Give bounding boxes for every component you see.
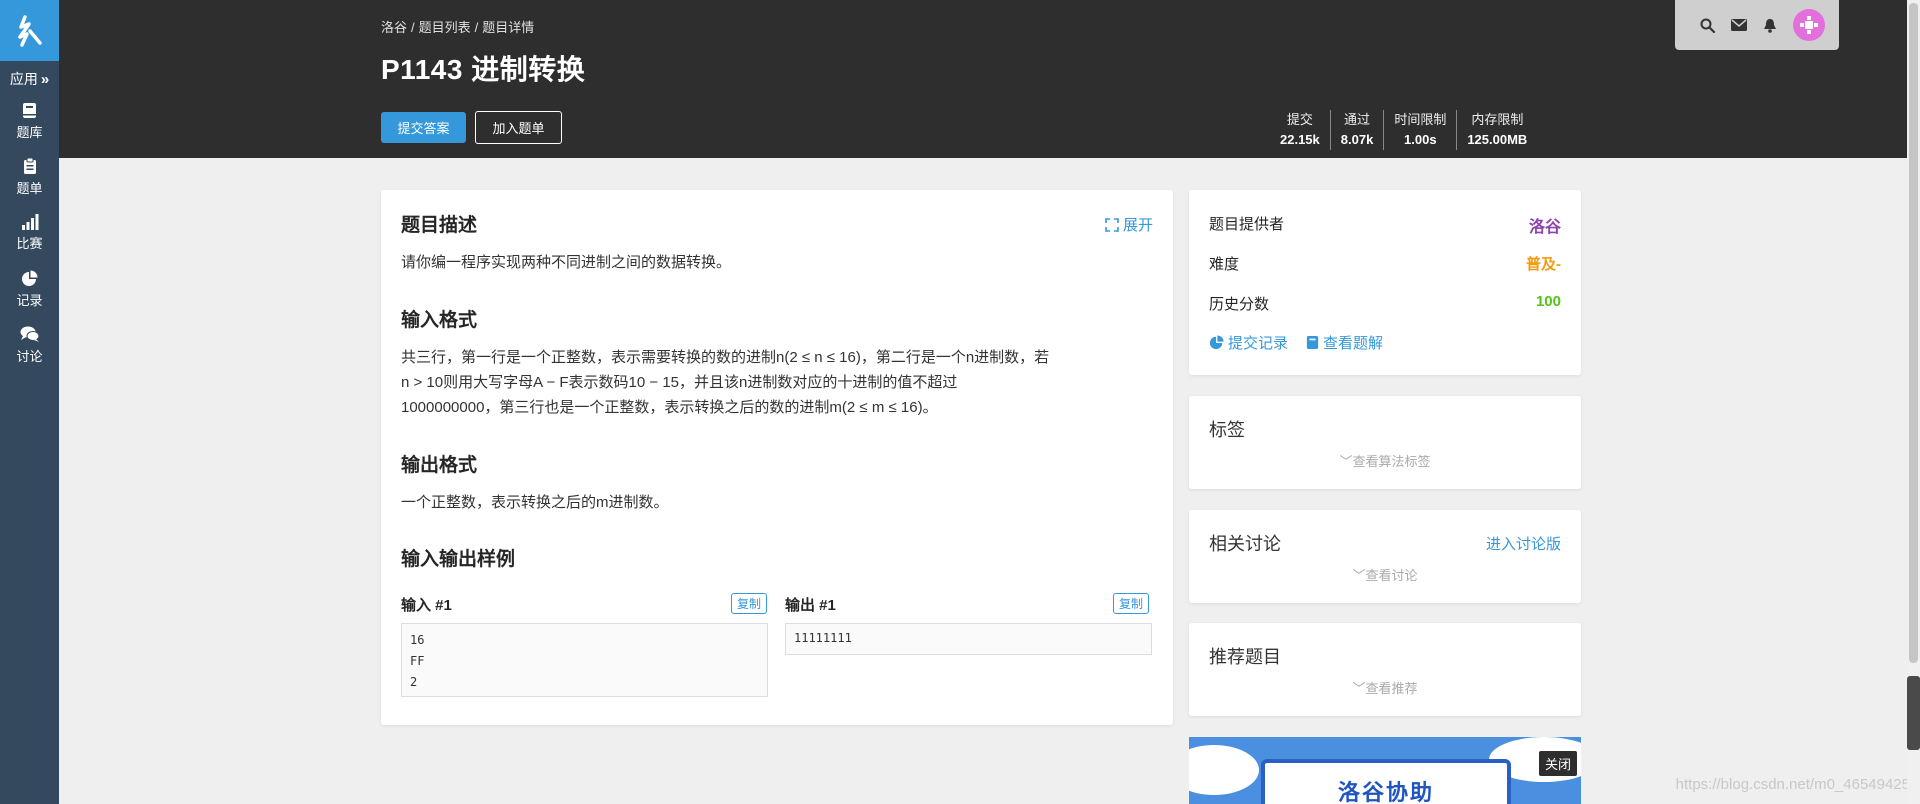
- scrollbar-thumb[interactable]: [1909, 3, 1918, 663]
- expand-icon: [1105, 217, 1119, 232]
- sidebar-item-discuss[interactable]: 讨论: [0, 317, 59, 373]
- breadcrumb: 洛谷 / 题目列表 / 题目详情: [381, 20, 535, 35]
- page-title: P1143 进制转换: [381, 54, 586, 85]
- breadcrumb-problem-list-link[interactable]: 题目列表: [419, 20, 471, 35]
- submission-records-link[interactable]: 提交记录: [1209, 332, 1288, 353]
- sample-output-box[interactable]: 11111111: [785, 623, 1152, 655]
- ad-banner[interactable]: 洛谷协助 关闭: [1189, 737, 1581, 804]
- ad-board: 洛谷协助: [1261, 759, 1511, 804]
- view-tags-link[interactable]: ﹀查看算法标签: [1189, 451, 1581, 470]
- double-chevron-right-icon: »: [40, 70, 50, 88]
- difficulty-badge: 普及-: [1526, 256, 1561, 273]
- sidebar-item-label: 讨论: [16, 348, 43, 364]
- sidebar: 应用 » 题库 题单 比赛 记录 讨论: [0, 0, 59, 804]
- search-icon[interactable]: [1700, 18, 1715, 33]
- clipboard-icon: [23, 157, 36, 174]
- problem-stats: 提交 22.15k 通过 8.07k 时间限制 1.00s 内存限制 125.0…: [1270, 110, 1537, 150]
- tags-title: 标签: [1209, 420, 1245, 440]
- side-widget[interactable]: [1907, 676, 1920, 750]
- sample-output-label: 输出 #1: [785, 597, 836, 614]
- problem-info-card: 题目提供者 洛谷 难度 普及- 历史分数 100 提交记录 查看题解: [1189, 190, 1581, 375]
- stat-memory-limit: 内存限制 125.00MB: [1456, 110, 1537, 150]
- apps-menu-button[interactable]: 应用 »: [0, 65, 59, 93]
- expand-label: 展开: [1122, 217, 1153, 234]
- pie-chart-icon: [22, 270, 38, 286]
- problem-header: 洛谷 / 题目列表 / 题目详情 P1143 进制转换 提交答案 加入题单 提交 22.…: [59, 0, 1920, 158]
- history-score-row: 历史分数 100: [1209, 293, 1561, 313]
- tags-card: 标签 ﹀查看算法标签: [1189, 396, 1581, 489]
- info-links: 提交记录 查看题解: [1209, 332, 1383, 353]
- sidebar-item-training[interactable]: 题单: [0, 149, 59, 205]
- discussion-title: 相关讨论: [1209, 534, 1281, 554]
- bar-chart-icon: [21, 214, 38, 230]
- chevron-down-icon: ﹀: [1339, 454, 1353, 469]
- comments-icon: [20, 326, 39, 342]
- copy-input-button[interactable]: 复制: [731, 593, 768, 614]
- sidebar-item-record[interactable]: 记录: [0, 261, 59, 317]
- description-text: 请你编一程序实现两种不同进制之间的数据转换。: [401, 254, 732, 271]
- book-icon: [1306, 336, 1319, 349]
- pie-chart-icon: [1209, 335, 1224, 350]
- input-format-title: 输入格式: [401, 310, 478, 331]
- output-format-title: 输出格式: [401, 455, 478, 476]
- submit-answer-button[interactable]: 提交答案: [381, 112, 466, 143]
- breadcrumb-home-link[interactable]: 洛谷: [381, 20, 407, 35]
- bell-icon[interactable]: [1763, 18, 1777, 33]
- user-toolbar: [1675, 0, 1839, 50]
- view-solutions-link[interactable]: 查看题解: [1306, 332, 1383, 353]
- copy-output-button[interactable]: 复制: [1113, 593, 1150, 614]
- sidebar-item-label: 题单: [16, 180, 43, 196]
- discussion-card: 相关讨论 进入讨论版 ﹀查看讨论: [1189, 510, 1581, 603]
- mail-icon[interactable]: [1731, 19, 1747, 31]
- provider-link[interactable]: 洛谷: [1529, 213, 1561, 237]
- recommend-title: 推荐题目: [1209, 647, 1281, 667]
- avatar[interactable]: [1793, 9, 1825, 41]
- sidebar-item-contest[interactable]: 比赛: [0, 205, 59, 261]
- enter-discussion-link[interactable]: 进入讨论版: [1486, 533, 1561, 554]
- expand-button[interactable]: 展开: [1105, 214, 1153, 235]
- input-format-line: 共三行，第一行是一个正整数，表示需要转换的数的进制n(2 ≤ n ≤ 16)，第…: [401, 349, 1050, 366]
- chevron-down-icon: ﹀: [1352, 568, 1366, 583]
- recommend-card: 推荐题目 ﹀查看推荐: [1189, 623, 1581, 716]
- sidebar-item-label: 比赛: [16, 236, 43, 251]
- stat-accepted: 通过 8.07k: [1329, 110, 1384, 150]
- problem-content-card: 题目描述 展开 请你编一程序实现两种不同进制之间的数据转换。 输入格式 共三行，…: [381, 190, 1173, 725]
- stat-submissions: 提交 22.15k: [1280, 112, 1320, 147]
- samples-title: 输入输出样例: [401, 549, 516, 570]
- output-format-text: 一个正整数，表示转换之后的m进制数。: [401, 494, 669, 511]
- apps-label: 应用: [9, 71, 38, 87]
- history-score-value: 100: [1535, 293, 1561, 310]
- luogu-logo-icon[interactable]: [0, 0, 59, 61]
- description-title: 题目描述: [401, 215, 478, 236]
- watermark: https://blog.csdn.net/m0_46549425: [1675, 776, 1910, 793]
- input-format-text: 共三行，第一行是一个正整数，表示需要转换的数的进制n(2 ≤ n ≤ 16)，第…: [401, 345, 1161, 420]
- ad-close-button[interactable]: 关闭: [1538, 751, 1577, 776]
- input-format-line: n > 10则用大写字母A − F表示数码10 − 15，并且该n进制数对应的十…: [401, 374, 958, 391]
- book-icon: [23, 102, 36, 118]
- sidebar-item-label: 记录: [16, 292, 43, 308]
- sidebar-item-label: 题库: [16, 124, 43, 140]
- sample-input-box[interactable]: 16 FF 2: [401, 623, 768, 697]
- stat-time-limit: 时间限制 1.00s: [1383, 110, 1456, 150]
- input-format-line: 1000000000，第三行也是一个正整数，表示转换之后的数的进制m(2 ≤ m…: [401, 399, 938, 416]
- chevron-down-icon: ﹀: [1352, 681, 1366, 696]
- add-to-list-button[interactable]: 加入题单: [475, 111, 562, 144]
- ad-text: 洛谷协助: [1337, 780, 1434, 804]
- provider-row: 题目提供者 洛谷: [1209, 213, 1561, 237]
- breadcrumb-current: 题目详情: [482, 20, 535, 35]
- sidebar-item-problems[interactable]: 题库: [0, 93, 59, 149]
- view-discussion-link[interactable]: ﹀查看讨论: [1189, 565, 1581, 584]
- sample-input-label: 输入 #1: [401, 597, 452, 614]
- view-recommend-link[interactable]: ﹀查看推荐: [1189, 678, 1581, 697]
- difficulty-row: 难度 普及-: [1209, 253, 1561, 274]
